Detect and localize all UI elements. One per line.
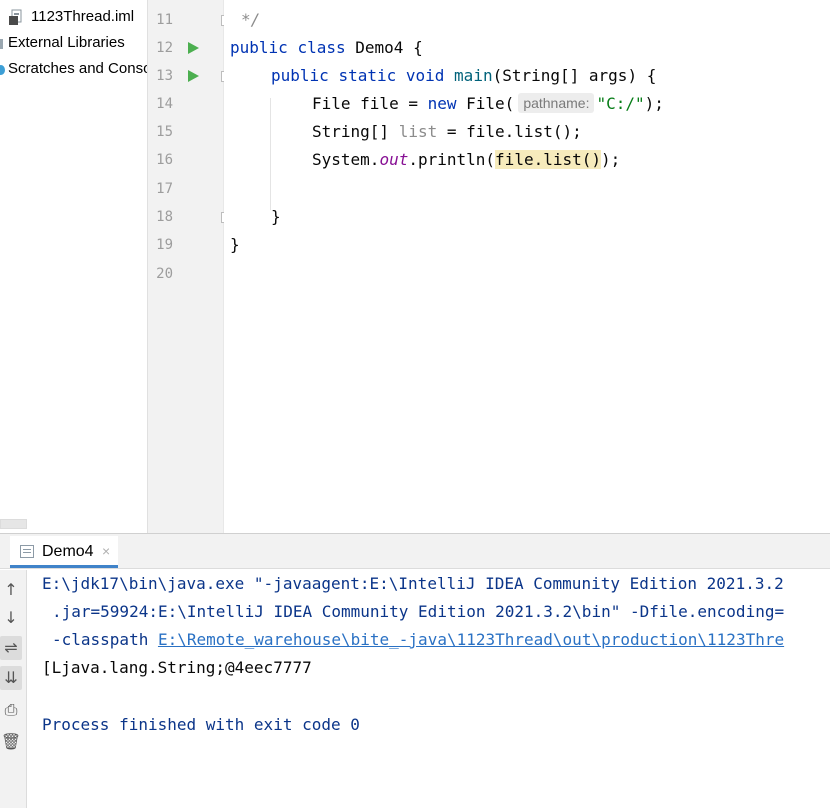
line-number: 18 bbox=[156, 209, 173, 225]
gutter-line-14: 14 bbox=[148, 90, 224, 118]
highlighted-expression: file.list() bbox=[495, 150, 602, 169]
expression: = file.list(); bbox=[437, 122, 582, 141]
method-params: (String[] args) { bbox=[492, 66, 657, 85]
gutter-line-13: 13 bbox=[148, 62, 232, 90]
gutter-line-11: 11 bbox=[148, 6, 232, 34]
class-ref: System. bbox=[312, 150, 380, 169]
code-line-11: */ bbox=[224, 6, 830, 34]
run-main-icon[interactable] bbox=[188, 70, 199, 82]
type-name: String[] bbox=[312, 122, 399, 141]
line-number: 12 bbox=[156, 40, 173, 56]
string-literal: "C:/" bbox=[596, 94, 645, 113]
soft-wrap-icon[interactable]: ⇌ bbox=[0, 636, 22, 660]
code-editor[interactable]: */ public class Demo4 { public static vo… bbox=[224, 0, 830, 533]
output-line: E:\jdk17\bin\java.exe "-javaagent:E:\Int… bbox=[42, 574, 784, 593]
close-icon[interactable]: × bbox=[102, 543, 110, 559]
code-line-19: } bbox=[224, 231, 830, 259]
gutter-line-18: 18 bbox=[148, 203, 232, 231]
print-icon[interactable]: ⎙ bbox=[0, 698, 22, 722]
process-finished-line: Process finished with exit code 0 bbox=[42, 715, 360, 734]
gutter-line-17: 17 bbox=[148, 175, 224, 203]
tree-item-label: 1123Thread.iml bbox=[31, 8, 135, 25]
method-call: .println( bbox=[408, 150, 496, 169]
keyword: class bbox=[297, 38, 346, 57]
gutter-line-12: 12 bbox=[148, 34, 224, 62]
run-tab-demo4[interactable]: Demo4 × bbox=[10, 536, 119, 568]
declaration: File file = bbox=[312, 94, 428, 113]
run-toolbar: ↑ ↓ ⇌ ⇊ ⎙ 🗑 bbox=[0, 570, 27, 808]
statement-end: ); bbox=[601, 150, 621, 169]
classpath-flag: -classpath bbox=[52, 630, 158, 649]
keyword: public bbox=[230, 38, 288, 57]
code-line-16: System.out.println(file.list()); bbox=[224, 146, 830, 174]
output-line: -classpath E:\Remote_warehouse\bite_-jav… bbox=[52, 626, 784, 654]
editor-gutter: 11 12 13 14 15 16 17 18 19 20 bbox=[147, 0, 232, 533]
statement-end: ); bbox=[644, 94, 664, 113]
brace: { bbox=[413, 38, 423, 57]
down-arrow-icon[interactable]: ↓ bbox=[0, 606, 22, 630]
code-line-14: File file = new File(pathname: "C:/"); bbox=[224, 90, 830, 118]
code-line-12: public class Demo4 { bbox=[224, 34, 830, 62]
output-line: .jar=59924:E:\IntelliJ IDEA Community Ed… bbox=[52, 602, 785, 621]
keyword: new bbox=[427, 94, 457, 113]
line-number: 14 bbox=[156, 96, 173, 112]
run-tool-window: Demo4 × ↑ ↓ ⇌ ⇊ ⎙ 🗑 E:\jdk17\bin\java.ex… bbox=[0, 533, 830, 808]
unused-variable: list bbox=[398, 122, 438, 141]
console-output[interactable]: E:\jdk17\bin\java.exe "-javaagent:E:\Int… bbox=[27, 570, 830, 808]
code-line-15: String[] list = file.list(); bbox=[224, 118, 830, 146]
scroll-to-end-icon[interactable]: ⇊ bbox=[0, 666, 22, 690]
scratches-icon bbox=[0, 65, 5, 75]
comment-text: */ bbox=[241, 10, 261, 29]
line-number: 13 bbox=[156, 68, 173, 84]
keyword: public bbox=[271, 66, 329, 85]
up-arrow-icon[interactable]: ↑ bbox=[0, 578, 22, 602]
static-field: out bbox=[379, 150, 409, 169]
project-tree-panel: 1123Thread.iml External Libraries Scratc… bbox=[0, 0, 147, 533]
code-line-18: } bbox=[224, 203, 830, 231]
horizontal-scrollbar[interactable] bbox=[0, 519, 27, 529]
output-line: [Ljava.lang.String;@4eec7777 bbox=[42, 658, 312, 677]
method-name: main bbox=[454, 66, 493, 85]
line-number: 11 bbox=[156, 12, 173, 28]
trash-icon[interactable]: 🗑 bbox=[0, 730, 22, 754]
keyword: static bbox=[338, 66, 397, 85]
line-number: 20 bbox=[156, 266, 173, 282]
line-number: 17 bbox=[156, 181, 173, 197]
gutter-line-20: 20 bbox=[148, 260, 224, 288]
code-line-13: public static void main(String[] args) { bbox=[224, 62, 830, 90]
library-icon bbox=[0, 39, 3, 49]
run-tab-bar: Demo4 × bbox=[0, 534, 830, 569]
parameter-hint: pathname: bbox=[518, 93, 595, 113]
tree-item-label: Scratches and Consoles bbox=[8, 60, 147, 77]
console-icon bbox=[20, 545, 34, 558]
gutter-line-15: 15 bbox=[148, 118, 224, 146]
tree-item-label: External Libraries bbox=[8, 34, 125, 51]
class-name: Demo4 bbox=[355, 38, 404, 57]
gutter-line-19: 19 bbox=[148, 231, 224, 259]
iml-file-icon bbox=[9, 9, 22, 25]
line-number: 16 bbox=[156, 152, 173, 168]
classpath-link[interactable]: E:\Remote_warehouse\bite_-java\1123Threa… bbox=[158, 630, 784, 649]
line-number: 19 bbox=[156, 237, 173, 253]
run-class-icon[interactable] bbox=[188, 42, 199, 54]
tab-label: Demo4 bbox=[42, 543, 94, 560]
constructor-call: File( bbox=[466, 94, 515, 113]
gutter-line-16: 16 bbox=[148, 146, 224, 174]
line-number: 15 bbox=[156, 124, 173, 140]
brace: } bbox=[271, 207, 281, 226]
brace: } bbox=[230, 235, 240, 254]
keyword: void bbox=[405, 66, 445, 85]
